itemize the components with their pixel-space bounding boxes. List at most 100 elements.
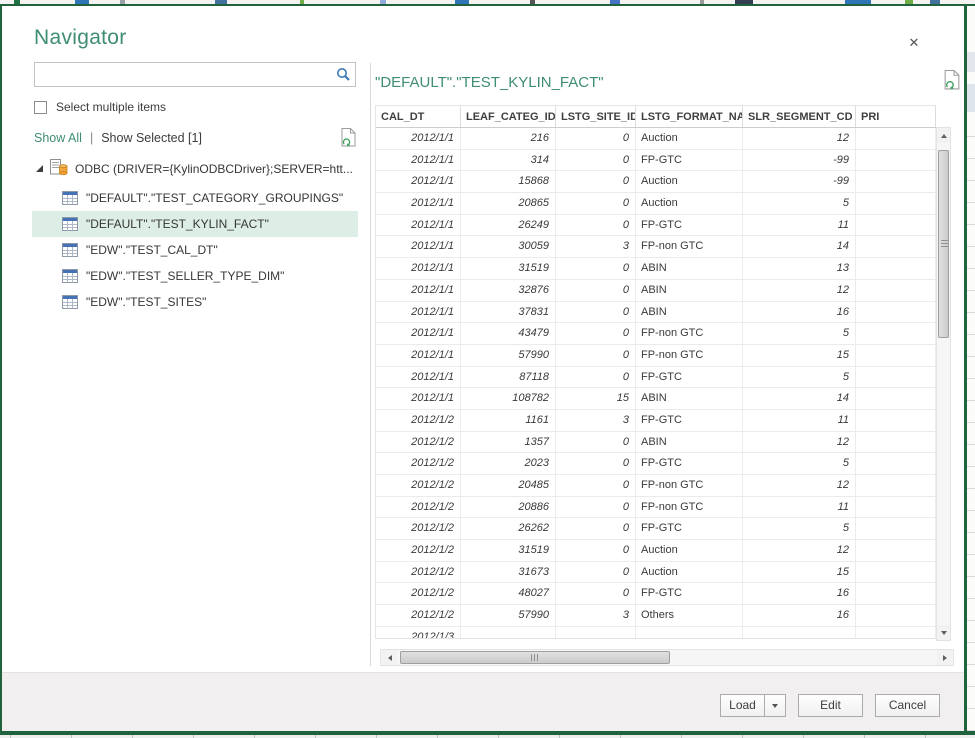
table-cell: 0 [556,562,636,583]
table-cell: 31519 [461,258,556,279]
horizontal-scrollbar[interactable] [380,649,954,666]
table-row: 2012/1/2316730Auction15 [376,562,936,584]
preview-table-partial-row: 2012/1/3 [376,627,936,639]
database-icon [50,159,68,179]
cancel-button[interactable]: Cancel [875,694,940,717]
table-cell [636,627,743,639]
preview-refresh-icon[interactable] [944,70,960,95]
table-cell: Others [636,605,743,626]
table-cell: 2023 [461,453,556,474]
table-icon [62,295,78,309]
table-cell: 2012/1/1 [376,323,461,344]
table-cell: 216 [461,128,556,149]
table-row: 2012/1/213570ABIN12 [376,432,936,454]
table-cell: 2012/1/2 [376,583,461,604]
scroll-up-icon[interactable] [937,128,950,143]
gridline [967,246,975,247]
vertical-scrollbar[interactable] [936,127,951,641]
table-cell [556,627,636,639]
sheet-fragment [967,52,975,72]
expander-icon[interactable] [34,162,44,176]
table-cell: ABIN [636,388,743,409]
tree-item-4[interactable]: "EDW"."TEST_SITES" [32,289,358,315]
scroll-left-icon[interactable] [382,650,397,665]
gridline [967,642,975,643]
table-cell: 15868 [461,171,556,192]
table-cell: 0 [556,258,636,279]
table-cell: 0 [556,518,636,539]
scroll-right-icon[interactable] [937,650,952,665]
table-cell: FP-GTC [636,410,743,431]
table-cell: 2012/1/2 [376,475,461,496]
table-cell [856,453,936,474]
show-all-link[interactable]: Show All [34,131,82,145]
search-input[interactable] [35,63,329,86]
table-cell [856,518,936,539]
tree-item-label: "EDW"."TEST_SITES" [86,295,206,309]
search-icon[interactable] [336,67,351,87]
table-icon [62,243,78,257]
gridline [967,686,975,687]
preview-table: CAL_DTLEAF_CATEG_IDLSTG_SITE_IDLSTG_FORM… [375,105,936,639]
table-cell: 1357 [461,432,556,453]
table-cell: 2012/1/2 [376,562,461,583]
vertical-scrollbar-thumb[interactable] [938,150,949,338]
horizontal-scrollbar-thumb[interactable] [400,651,670,664]
gridline [967,356,975,357]
table-cell: 2012/1/1 [376,345,461,366]
table-cell: 16 [743,605,856,626]
edit-button[interactable]: Edit [798,694,863,717]
sheet-fragment [967,84,975,112]
table-cell: 20865 [461,193,556,214]
load-button[interactable]: Load [720,694,764,717]
table-cell: FP-non GTC [636,345,743,366]
tree-item-1[interactable]: "DEFAULT"."TEST_KYLIN_FACT" [32,211,358,237]
dialog-footer: Load Edit Cancel [2,672,964,731]
table-row: 2012/1/1158680Auction-99 [376,171,936,193]
select-multiple-checkbox[interactable] [34,101,47,114]
panel-divider [370,63,371,666]
show-selected-link[interactable]: Show Selected [1] [101,131,202,145]
table-cell: 0 [556,583,636,604]
table-cell: 2012/1/2 [376,432,461,453]
table-cell: 314 [461,150,556,171]
gridline [967,444,975,445]
table-cell: -99 [743,171,856,192]
tree-item-0[interactable]: "DEFAULT"."TEST_CATEGORY_GROUPINGS" [32,185,358,211]
table-cell: 0 [556,193,636,214]
table-cell: 0 [556,215,636,236]
table-cell [856,345,936,366]
table-cell: 15 [743,345,856,366]
filter-separator: | [90,131,93,145]
table-cell [856,215,936,236]
table-cell [856,150,936,171]
table-cell: 0 [556,150,636,171]
tree-node-odbc[interactable]: ODBC (DRIVER={KylinODBCDriver};SERVER=ht… [34,158,360,180]
select-multiple-label: Select multiple items [56,100,166,114]
table-row: 2012/1/1378310ABIN16 [376,302,936,324]
navigator-dialog: ✕ Navigator Select multiple items Show A… [2,6,964,731]
table-cell: 5 [743,367,856,388]
table-cell [856,258,936,279]
load-dropdown-button[interactable] [764,694,786,717]
table-cell: 14 [743,388,856,409]
table-row: 2012/1/110878215ABIN14 [376,388,936,410]
table-cell: 2012/1/1 [376,258,461,279]
tree-item-2[interactable]: "EDW"."TEST_CAL_DT" [32,237,358,263]
tree-table-list: "DEFAULT"."TEST_CATEGORY_GROUPINGS" "DEF… [32,185,358,315]
table-cell: 20485 [461,475,556,496]
column-header-lstg_site_id: LSTG_SITE_ID [556,106,636,127]
table-cell: 13 [743,258,856,279]
gridline [967,422,975,423]
close-icon[interactable]: ✕ [903,34,925,54]
tree-item-3[interactable]: "EDW"."TEST_SELLER_TYPE_DIM" [32,263,358,289]
table-cell: 31519 [461,540,556,561]
scroll-down-icon[interactable] [937,625,950,640]
table-row: 2012/1/2579903Others16 [376,605,936,627]
table-cell: 43479 [461,323,556,344]
table-row: 2012/1/1262490FP-GTC11 [376,215,936,237]
tree-item-label: "DEFAULT"."TEST_KYLIN_FACT" [86,217,269,231]
gridline [967,290,975,291]
refresh-icon[interactable] [341,128,356,150]
table-cell [856,583,936,604]
